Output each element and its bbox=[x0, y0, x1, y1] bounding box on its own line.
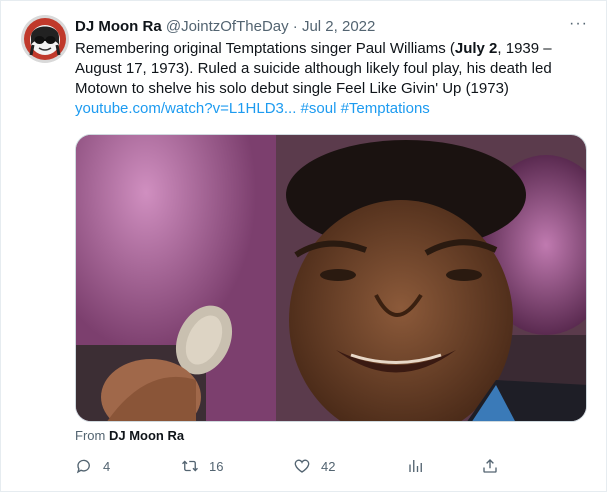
from-prefix: From bbox=[75, 428, 106, 443]
share-button[interactable] bbox=[481, 456, 509, 476]
tweet-text-part1: Remembering original Temptations singer … bbox=[75, 40, 455, 57]
action-bar: 4 16 42 bbox=[75, 456, 505, 476]
tweet-header: DJ Moon Ra @JointzOfTheDay · Jul 2, 2022 bbox=[75, 17, 591, 37]
retweet-icon bbox=[182, 460, 198, 472]
header-separator: · bbox=[292, 18, 298, 35]
from-attribution: From DJ Moon Ra bbox=[75, 428, 184, 444]
views-icon bbox=[409, 460, 422, 472]
tweet-text: Remembering original Temptations singer … bbox=[75, 39, 591, 119]
reply-icon bbox=[76, 459, 90, 474]
tweet-card: ··· DJ Moon Ra @JointzOfTheDay · Jul 2, … bbox=[0, 0, 607, 492]
tweet-date[interactable]: Jul 2, 2022 bbox=[302, 18, 375, 35]
video-thumbnail[interactable] bbox=[75, 134, 587, 422]
hashtag-temptations[interactable]: #Temptations bbox=[341, 100, 430, 117]
like-button[interactable]: 42 bbox=[293, 456, 335, 476]
hashtag-soul[interactable]: #soul bbox=[301, 100, 337, 117]
retweet-count: 16 bbox=[209, 458, 224, 474]
tweet-content: DJ Moon Ra @JointzOfTheDay · Jul 2, 2022… bbox=[75, 17, 591, 119]
tweet-text-bold: July 2 bbox=[454, 40, 498, 57]
views-button[interactable] bbox=[407, 456, 435, 476]
share-icon bbox=[483, 459, 497, 473]
like-count: 42 bbox=[321, 458, 336, 474]
from-source[interactable]: DJ Moon Ra bbox=[109, 428, 184, 443]
like-icon bbox=[294, 459, 310, 473]
author-handle[interactable]: @JointzOfTheDay bbox=[166, 18, 289, 35]
author-name[interactable]: DJ Moon Ra bbox=[75, 18, 162, 35]
reply-count: 4 bbox=[103, 458, 111, 474]
youtube-link[interactable]: youtube.com/watch?v=L1HLD3... bbox=[75, 100, 296, 117]
avatar[interactable] bbox=[21, 15, 69, 63]
reply-button[interactable]: 4 bbox=[75, 456, 110, 476]
retweet-button[interactable]: 16 bbox=[181, 456, 223, 476]
